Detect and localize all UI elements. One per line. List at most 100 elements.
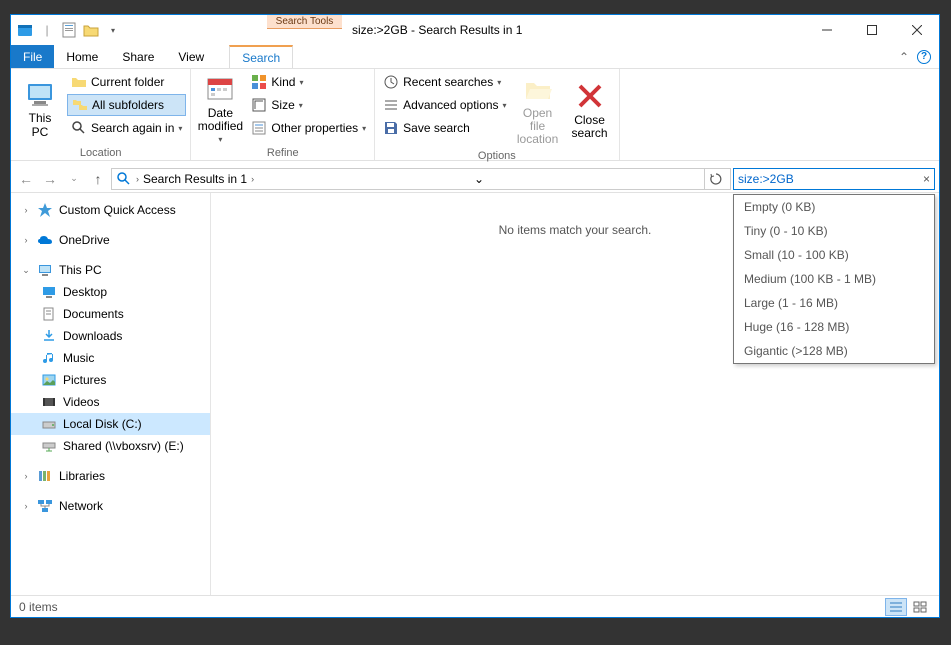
close-search-button[interactable]: Close search	[565, 71, 615, 149]
breadcrumb-bar[interactable]: › Search Results in 1 › ⌄	[111, 168, 731, 190]
titlebar: | ▾ Search Tools size:>2GB - Search Resu…	[11, 15, 939, 45]
empty-message: No items match your search.	[499, 223, 652, 237]
all-subfolders-button[interactable]: All subfolders	[67, 94, 186, 116]
desktop-icon	[41, 284, 57, 300]
tab-search[interactable]: Search	[229, 45, 293, 68]
recent-locations-button[interactable]: ⌄	[63, 168, 85, 190]
content-pane: No items match your search. Empty (0 KB)…	[211, 193, 939, 595]
forward-button[interactable]: →	[39, 168, 61, 190]
subfolders-icon	[72, 97, 88, 113]
size-icon	[251, 97, 267, 113]
search-again-in-button[interactable]: Search again in ▾	[67, 117, 186, 139]
size-option-empty[interactable]: Empty (0 KB)	[734, 195, 934, 219]
size-option-small[interactable]: Small (10 - 100 KB)	[734, 243, 934, 267]
ribbon-group-refine: Date modified▾ Kind▾ Size▾ Other propert…	[191, 69, 375, 160]
explorer-window: | ▾ Search Tools size:>2GB - Search Resu…	[10, 14, 940, 618]
history-icon	[383, 74, 399, 90]
list-icon	[383, 97, 399, 113]
clear-search-icon[interactable]: ×	[923, 172, 930, 186]
date-modified-button[interactable]: Date modified▾	[195, 71, 245, 146]
properties-icon[interactable]	[59, 20, 79, 40]
expand-icon[interactable]: ›	[21, 205, 31, 215]
search-again-icon	[71, 120, 87, 136]
size-button[interactable]: Size▾	[247, 94, 370, 116]
tab-file[interactable]: File	[11, 45, 54, 68]
new-folder-icon[interactable]	[81, 20, 101, 40]
refresh-button[interactable]	[704, 169, 726, 189]
status-bar: 0 items	[11, 595, 939, 617]
expand-icon[interactable]: ›	[21, 471, 31, 481]
ribbon-group-location: This PC Current folder All subfolders Se…	[11, 69, 191, 160]
quick-access-toolbar: | ▾	[11, 15, 127, 45]
expand-icon[interactable]: ›	[21, 501, 31, 511]
close-button[interactable]	[894, 15, 939, 45]
libraries-icon	[37, 468, 53, 484]
tree-quick-access[interactable]: › Custom Quick Access	[11, 199, 210, 221]
close-x-icon	[574, 80, 606, 112]
tree-desktop[interactable]: Desktop	[11, 281, 210, 303]
chevron-icon[interactable]: ›	[136, 174, 139, 184]
current-folder-button[interactable]: Current folder	[67, 71, 186, 93]
contextual-tab-header: Search Tools	[267, 15, 342, 45]
size-filter-dropdown: Empty (0 KB) Tiny (0 - 10 KB) Small (10 …	[733, 194, 935, 364]
address-dropdown[interactable]: ⌄	[468, 169, 490, 189]
videos-icon	[41, 394, 57, 410]
collapse-icon[interactable]: ⌄	[21, 265, 31, 276]
tab-home[interactable]: Home	[54, 45, 110, 68]
tree-downloads[interactable]: Downloads	[11, 325, 210, 347]
folder-icon	[71, 74, 87, 90]
other-properties-button[interactable]: Other properties▾	[247, 117, 370, 139]
calendar-icon	[204, 73, 236, 105]
advanced-options-button[interactable]: Advanced options▾	[379, 94, 510, 116]
tree-pictures[interactable]: Pictures	[11, 369, 210, 391]
tree-this-pc[interactable]: ⌄ This PC	[11, 259, 210, 281]
qat-separator: |	[37, 20, 57, 40]
breadcrumb-segment[interactable]: Search Results in 1	[143, 172, 247, 186]
explorer-body: › Custom Quick Access › OneDrive ⌄ This …	[11, 193, 939, 595]
tree-shared-drive[interactable]: Shared (\\vboxsrv) (E:)	[11, 435, 210, 457]
thumbnails-view-button[interactable]	[909, 598, 931, 616]
tree-libraries[interactable]: › Libraries	[11, 465, 210, 487]
computer-icon	[24, 78, 56, 110]
star-icon	[37, 202, 53, 218]
app-icon	[15, 20, 35, 40]
size-option-medium[interactable]: Medium (100 KB - 1 MB)	[734, 267, 934, 291]
tree-music[interactable]: Music	[11, 347, 210, 369]
tree-onedrive[interactable]: › OneDrive	[11, 229, 210, 251]
minimize-button[interactable]	[804, 15, 849, 45]
maximize-button[interactable]	[849, 15, 894, 45]
pictures-icon	[41, 372, 57, 388]
downloads-icon	[41, 328, 57, 344]
ribbon-group-options: Recent searches▾ Advanced options▾ Save …	[375, 69, 619, 160]
tab-share[interactable]: Share	[110, 45, 166, 68]
collapse-ribbon-icon[interactable]: ⌃	[899, 50, 909, 64]
network-icon	[37, 498, 53, 514]
tree-network[interactable]: › Network	[11, 495, 210, 517]
kind-button[interactable]: Kind▾	[247, 71, 370, 93]
search-results-icon	[116, 171, 132, 187]
help-icon[interactable]: ?	[917, 50, 931, 64]
navigation-pane[interactable]: › Custom Quick Access › OneDrive ⌄ This …	[11, 193, 211, 595]
tree-videos[interactable]: Videos	[11, 391, 210, 413]
details-view-button[interactable]	[885, 598, 907, 616]
qat-dropdown-icon[interactable]: ▾	[103, 20, 123, 40]
network-drive-icon	[41, 438, 57, 454]
size-option-tiny[interactable]: Tiny (0 - 10 KB)	[734, 219, 934, 243]
size-option-huge[interactable]: Huge (16 - 128 MB)	[734, 315, 934, 339]
ribbon: This PC Current folder All subfolders Se…	[11, 69, 939, 161]
search-box[interactable]: ×	[733, 168, 935, 190]
chevron-icon[interactable]: ›	[251, 174, 254, 184]
this-pc-button[interactable]: This PC	[15, 71, 65, 146]
search-input[interactable]	[738, 172, 923, 186]
back-button[interactable]: ←	[15, 168, 37, 190]
up-button[interactable]: ↑	[87, 168, 109, 190]
size-option-gigantic[interactable]: Gigantic (>128 MB)	[734, 339, 934, 363]
recent-searches-button[interactable]: Recent searches▾	[379, 71, 510, 93]
ribbon-tabstrip: File Home Share View Search ⌃ ?	[11, 45, 939, 69]
tree-documents[interactable]: Documents	[11, 303, 210, 325]
tab-view[interactable]: View	[166, 45, 216, 68]
size-option-large[interactable]: Large (1 - 16 MB)	[734, 291, 934, 315]
tree-local-disk-c[interactable]: Local Disk (C:)	[11, 413, 210, 435]
save-search-button[interactable]: Save search	[379, 117, 510, 139]
expand-icon[interactable]: ›	[21, 235, 31, 245]
